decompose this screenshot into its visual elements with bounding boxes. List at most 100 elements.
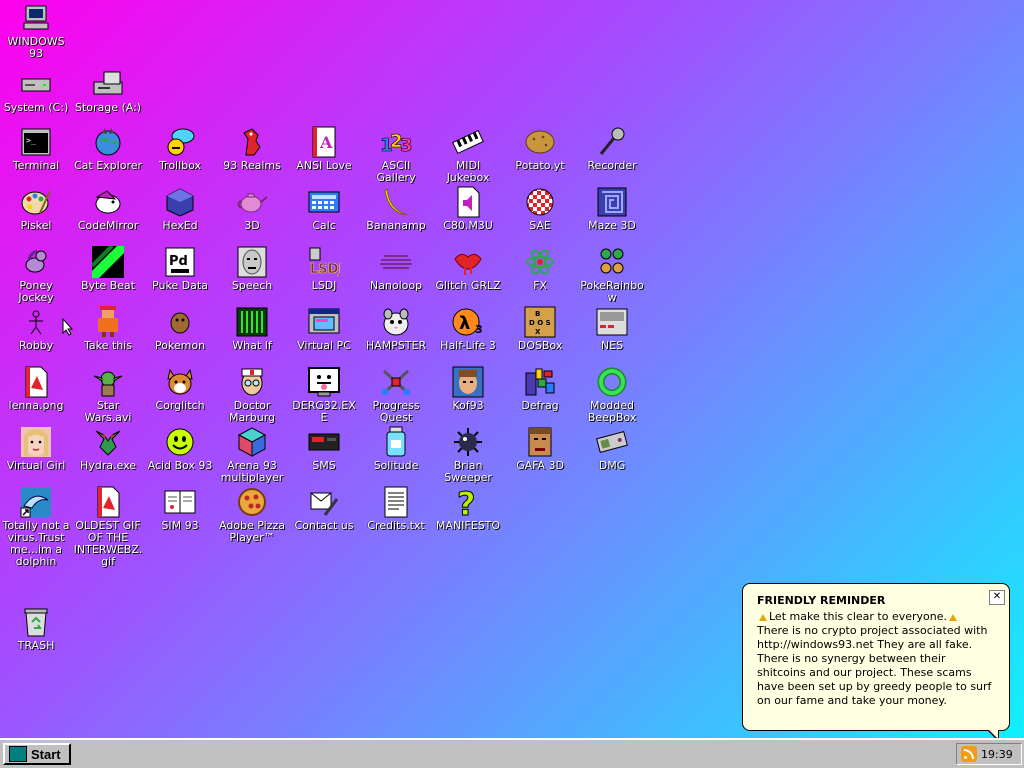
desktop-icon-defrag[interactable]: Defrag xyxy=(504,366,576,426)
desktop-icon-star-wars[interactable]: Star Wars.avi xyxy=(72,366,144,426)
desktop-icon-sms[interactable]: SMS xyxy=(288,426,360,486)
desktop-icon-93-realms[interactable]: 93 Realms xyxy=(216,126,288,186)
desktop-icon-dosbox[interactable]: BD O SX DOSBox xyxy=(504,306,576,366)
desktop-icon-solitude[interactable]: Solitude xyxy=(360,426,432,486)
desktop-icon-bananamp[interactable]: Bananamp xyxy=(360,186,432,246)
desktop-icon-dmg[interactable]: DMG xyxy=(576,426,648,486)
desktop-icon-speech[interactable]: Speech xyxy=(216,246,288,306)
desktop-icon-oldest-gif[interactable]: OLDEST GIF OF THE INTERWEBZ.gif xyxy=(72,486,144,568)
desktop-icon-nanoloop[interactable]: Nanoloop xyxy=(360,246,432,306)
desktop-icon-brian-sweeper[interactable]: Brian Sweeper xyxy=(432,426,504,486)
start-button[interactable]: Start xyxy=(3,743,71,765)
doom-face-icon xyxy=(524,426,556,458)
desktop-icon-half-life-3[interactable]: λ3 Half-Life 3 xyxy=(432,306,504,366)
balloon-title: FRIENDLY REMINDER xyxy=(757,594,886,607)
desktop-icon-maze-3d[interactable]: Maze 3D xyxy=(576,186,648,246)
lsdj-icon: LSDJ xyxy=(308,246,340,278)
desktop-icon-terminal[interactable]: >_ Terminal xyxy=(0,126,72,186)
desktop-icon-acid-box-93[interactable]: Acid Box 93 xyxy=(144,426,216,486)
icon-label: Adobe Pizza Player™ xyxy=(218,519,286,544)
icon-label: PokeRainbow xyxy=(580,279,644,304)
desktop-icon-hampster[interactable]: HAMPSTER xyxy=(360,306,432,366)
desktop-icon-trollbox[interactable]: Trollbox xyxy=(144,126,216,186)
icon-label: Kof93 xyxy=(452,399,484,412)
desktop-icon-codemirror[interactable]: CodeMirror xyxy=(72,186,144,246)
desktop-icon-credits[interactable]: Credits.txt xyxy=(360,486,432,546)
desktop-icon-3d[interactable]: 3D xyxy=(216,186,288,246)
desktop-icon-manifesto[interactable]: ? MANIFESTO xyxy=(432,486,504,546)
wave-lines-icon xyxy=(380,246,412,278)
desktop-icon-midi-jukebox[interactable]: MIDI Jukebox xyxy=(432,126,504,186)
desktop-icon-storage-a[interactable]: Storage (A:) xyxy=(72,68,144,128)
svg-text:B: B xyxy=(535,310,540,318)
desktop-icon-gafa-3d[interactable]: GAFA 3D xyxy=(504,426,576,486)
icon-label: Corglitch xyxy=(155,399,205,412)
desktop-icon-derg32[interactable]: DERG32.EXE xyxy=(288,366,360,426)
desktop-icon-dolphin[interactable]: Totally not a virus.Trust me...im a dolp… xyxy=(0,486,72,568)
desktop[interactable]: WINDOWS 93 System (C:) Storage (A:) >_ T… xyxy=(0,0,1024,738)
icon-label: LSDJ xyxy=(311,279,337,292)
desktop-icon-lsdj[interactable]: LSDJ LSDJ xyxy=(288,246,360,306)
hamster-icon xyxy=(380,306,412,338)
desktop-icon-nes[interactable]: NES xyxy=(576,306,648,366)
desktop-icon-virtual-girl[interactable]: Virtual Girl xyxy=(0,426,72,486)
desktop-icon-corglitch[interactable]: Corglitch xyxy=(144,366,216,426)
icon-label: Virtual Girl xyxy=(6,459,66,472)
desktop-icon-puke-data[interactable]: Pd Puke Data xyxy=(144,246,216,306)
desktop-icon-virtual-pc[interactable]: Virtual PC xyxy=(288,306,360,366)
icon-label: What If xyxy=(232,339,272,352)
desktop-icon-potato[interactable]: Potato.yt xyxy=(504,126,576,186)
desktop-icon-modded-beepbox[interactable]: Modded BeepBox xyxy=(576,366,648,426)
defrag-icon xyxy=(524,366,556,398)
icon-label: NES xyxy=(600,339,624,352)
desktop-icon-calc[interactable]: Calc xyxy=(288,186,360,246)
desktop-icon-c80-m3u[interactable]: C80.M3U xyxy=(432,186,504,246)
desktop-icon-trash[interactable]: TRASH xyxy=(0,606,72,666)
corgi-icon xyxy=(164,366,196,398)
desktop-icon-contact-us[interactable]: Contact us xyxy=(288,486,360,546)
desktop-icon-pokemon[interactable]: Pokemon xyxy=(144,306,216,366)
icon-label: DOSBox xyxy=(517,339,563,352)
desktop-icon-adobe-pizza[interactable]: Adobe Pizza Player™ xyxy=(216,486,288,546)
icon-label: HAMPSTER xyxy=(365,339,427,352)
console-icon xyxy=(308,426,340,458)
desktop-icon-hydra[interactable]: Hydra.exe xyxy=(72,426,144,486)
system-tray: 19:39 xyxy=(956,743,1022,765)
desktop-icon-poney-jockey[interactable]: Poney Jockey xyxy=(0,246,72,306)
rss-feed-icon[interactable] xyxy=(961,746,977,762)
desktop-icon-robby[interactable]: Robby xyxy=(0,306,72,366)
desktop-icon-piskel[interactable]: Piskel xyxy=(0,186,72,246)
desktop-icon-glitch-grlz[interactable]: Glitch GRLZ xyxy=(432,246,504,306)
desktop-icon-sae[interactable]: SAE xyxy=(504,186,576,246)
desktop-icon-windows93[interactable]: WINDOWS 93 xyxy=(0,2,72,62)
desktop-icon-fx[interactable]: FX xyxy=(504,246,576,306)
desktop-icon-what-if[interactable]: What If xyxy=(216,306,288,366)
desktop-icon-hexed[interactable]: HexEd xyxy=(144,186,216,246)
icon-label: Byte Beat xyxy=(80,279,135,292)
desktop-icon-pokerainbow[interactable]: PokeRainbow xyxy=(576,246,648,306)
balloon-line1: Let make this clear to everyone. xyxy=(769,610,947,623)
desktop-icon-arena-93[interactable]: Arena 93 multiplayer xyxy=(216,426,288,486)
desktop-icon-system-c[interactable]: System (C:) xyxy=(0,68,72,128)
ansi-icon: A xyxy=(308,126,340,158)
desktop-icon-progress-quest[interactable]: Progress Quest xyxy=(360,366,432,426)
desktop-icon-cat-explorer[interactable]: Cat Explorer xyxy=(72,126,144,186)
desktop-icon-take-this[interactable]: Take this xyxy=(72,306,144,366)
tongue-face-icon xyxy=(308,366,340,398)
piano-icon xyxy=(452,126,484,158)
desktop-icon-ansi-love[interactable]: A ANSI Love xyxy=(288,126,360,186)
desktop-icon-recorder[interactable]: Recorder xyxy=(576,126,648,186)
icon-label: Brian Sweeper xyxy=(444,459,492,484)
desktop-icon-lenna-png[interactable]: lenna.png xyxy=(0,366,72,426)
desktop-icon-byte-beat[interactable]: Byte Beat xyxy=(72,246,144,306)
desktop-icon-sim-93[interactable]: SIM 93 xyxy=(144,486,216,546)
desktop-icon-kof93[interactable]: Kof93 xyxy=(432,366,504,426)
desktop-icon-ascii-gallery[interactable]: 123 ASCII Gallery xyxy=(360,126,432,186)
close-icon[interactable]: ✕ xyxy=(989,590,1005,605)
desktop-icon-doctor-marburg[interactable]: Doctor Marburg xyxy=(216,366,288,426)
icon-label: MANIFESTO xyxy=(435,519,501,532)
icon-label: Bananamp xyxy=(366,219,426,232)
icon-label: Terminal xyxy=(12,159,60,172)
icon-label: CodeMirror xyxy=(77,219,139,232)
hydra-icon xyxy=(92,426,124,458)
